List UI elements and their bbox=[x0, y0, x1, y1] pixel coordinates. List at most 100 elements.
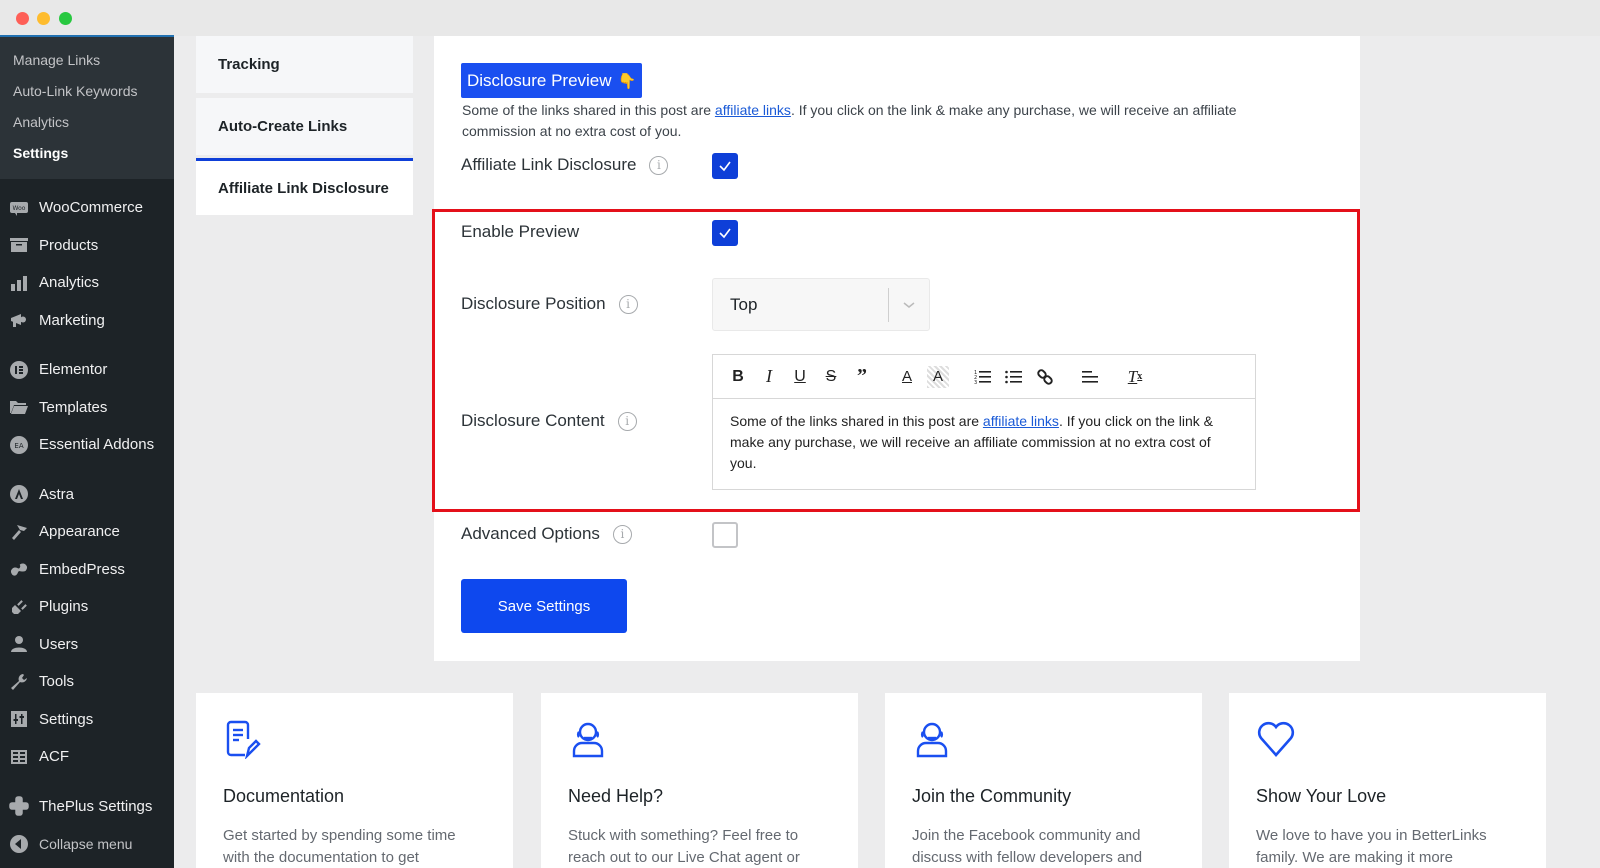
menu-item-products[interactable]: Products bbox=[0, 227, 174, 265]
menu-item-theplus-settings[interactable]: ThePlus Settings bbox=[0, 788, 174, 826]
affiliate-link-disclosure-checkbox[interactable] bbox=[712, 153, 738, 179]
chevron-down-icon[interactable] bbox=[889, 300, 929, 310]
disclosure-preview-text: Some of the links shared in this post ar… bbox=[462, 100, 1262, 142]
card-text: Get started by spending some time with t… bbox=[223, 827, 456, 866]
editor-affiliate-links-link[interactable]: affiliate links bbox=[983, 413, 1059, 429]
submenu-item-manage-links[interactable]: Manage Links bbox=[0, 45, 174, 76]
wrench-icon bbox=[8, 671, 30, 693]
link-icon[interactable] bbox=[1034, 366, 1056, 388]
menu-item-templates[interactable]: Templates bbox=[0, 389, 174, 427]
menu-item-label: ACF bbox=[39, 748, 69, 766]
submenu-item-analytics[interactable]: Analytics bbox=[0, 107, 174, 138]
document-edit-icon bbox=[226, 720, 261, 760]
card-text: Join the Facebook community and discuss … bbox=[912, 827, 1143, 866]
bullet-list-icon[interactable] bbox=[1003, 366, 1025, 388]
disclosure-position-select[interactable]: Top bbox=[712, 278, 930, 331]
checkmark-icon bbox=[719, 228, 731, 239]
italic-icon[interactable]: I bbox=[758, 366, 780, 388]
settings-tabs: Tracking Auto-Create Links Affiliate Lin… bbox=[196, 36, 413, 220]
save-settings-button[interactable]: Save Settings bbox=[461, 579, 627, 633]
label-text: Advanced Options bbox=[461, 524, 600, 543]
window-maximize-button[interactable] bbox=[59, 12, 72, 25]
pointing-down-icon: 👇 bbox=[617, 72, 637, 90]
submenu-item-settings[interactable]: Settings bbox=[0, 138, 174, 169]
card-join-community[interactable]: Join the Community Join the Facebook com… bbox=[885, 693, 1202, 868]
window-close-button[interactable] bbox=[16, 12, 29, 25]
checkmark-icon bbox=[719, 161, 731, 172]
enable-preview-checkbox[interactable] bbox=[712, 220, 738, 246]
info-icon[interactable]: i bbox=[649, 155, 669, 175]
menu-item-analytics[interactable]: Analytics bbox=[0, 264, 174, 302]
menu-item-plugins[interactable]: Plugins bbox=[0, 588, 174, 626]
card-show-your-love[interactable]: Show Your Love We love to have you in Be… bbox=[1229, 693, 1546, 868]
megaphone-icon bbox=[8, 309, 30, 331]
menu-item-essential-addons[interactable]: EA Essential Addons bbox=[0, 426, 174, 464]
menu-item-astra[interactable]: Astra bbox=[0, 476, 174, 514]
menu-item-label: Astra bbox=[39, 485, 75, 503]
menu-item-label: Products bbox=[39, 236, 99, 254]
info-icon[interactable]: i bbox=[618, 294, 638, 314]
tab-auto-create-links[interactable]: Auto-Create Links bbox=[196, 98, 413, 155]
text-color-icon[interactable]: A bbox=[896, 366, 918, 388]
menu-item-settings[interactable]: Settings bbox=[0, 701, 174, 739]
preview-badge-label: Disclosure Preview bbox=[467, 70, 612, 90]
menu-item-embedpress[interactable]: EmbedPress bbox=[0, 551, 174, 589]
essential-addons-icon: EA bbox=[8, 434, 30, 456]
info-icon[interactable]: i bbox=[612, 524, 632, 544]
menu-item-label: Essential Addons bbox=[39, 436, 155, 454]
advanced-options-checkbox[interactable] bbox=[712, 522, 738, 548]
editor-text-start: Some of the links shared in this post ar… bbox=[730, 413, 983, 429]
tab-tracking[interactable]: Tracking bbox=[196, 36, 413, 93]
bold-icon[interactable]: B bbox=[727, 366, 749, 388]
underline-icon[interactable]: U bbox=[789, 366, 811, 388]
svg-text:Woo: Woo bbox=[13, 205, 26, 212]
menu-item-label: Analytics bbox=[39, 274, 100, 292]
info-icon[interactable]: i bbox=[617, 411, 637, 431]
menu-item-appearance[interactable]: Appearance bbox=[0, 513, 174, 551]
menu-item-marketing[interactable]: Marketing bbox=[0, 302, 174, 340]
card-need-help[interactable]: Need Help? Stuck with something? Feel fr… bbox=[541, 693, 858, 868]
menu-item-users[interactable]: Users bbox=[0, 626, 174, 664]
submenu-item-auto-link-keywords[interactable]: Auto-Link Keywords bbox=[0, 76, 174, 107]
menu-item-label: Collapse menu bbox=[39, 835, 133, 852]
table-icon bbox=[8, 746, 30, 768]
enable-preview-label: Enable Preview bbox=[461, 222, 579, 242]
label-text: Disclosure Position bbox=[461, 294, 606, 313]
card-title: Need Help? bbox=[568, 786, 664, 806]
window-minimize-button[interactable] bbox=[37, 12, 50, 25]
admin-sidebar: Manage Links Auto-Link Keywords Analytic… bbox=[0, 35, 174, 868]
community-icon bbox=[916, 722, 948, 758]
menu-item-label: Users bbox=[39, 635, 79, 653]
sliders-icon bbox=[8, 708, 30, 730]
card-text: We love to have you in BetterLinks famil… bbox=[1256, 827, 1487, 866]
menu-item-elementor[interactable]: Elementor bbox=[0, 351, 174, 389]
advanced-options-label: Advanced Options i bbox=[461, 524, 632, 544]
menu-item-label: ThePlus Settings bbox=[39, 797, 153, 815]
folder-icon bbox=[8, 396, 30, 418]
menu-item-tools[interactable]: Tools bbox=[0, 663, 174, 701]
disclosure-position-label: Disclosure Position i bbox=[461, 294, 638, 314]
blockquote-icon[interactable]: ” bbox=[851, 365, 873, 388]
disclosure-content-label: Disclosure Content i bbox=[461, 411, 637, 431]
label-text: Affiliate Link Disclosure bbox=[461, 155, 637, 174]
card-documentation[interactable]: Documentation Get started by spending so… bbox=[196, 693, 513, 868]
menu-item-label: Elementor bbox=[39, 361, 108, 379]
support-agent-icon bbox=[572, 722, 604, 758]
collapse-menu-button[interactable]: Collapse menu bbox=[0, 825, 174, 863]
editor-content[interactable]: Some of the links shared in this post ar… bbox=[713, 399, 1255, 486]
affiliate-links-link[interactable]: affiliate links bbox=[715, 102, 791, 118]
tab-affiliate-link-disclosure[interactable]: Affiliate Link Disclosure bbox=[196, 158, 413, 215]
disclosure-settings-panel: Disclosure Preview 👇 Some of the links s… bbox=[432, 36, 1360, 661]
background-color-icon[interactable]: A bbox=[927, 365, 949, 388]
align-icon[interactable] bbox=[1079, 366, 1101, 388]
menu-item-label: Plugins bbox=[39, 598, 89, 616]
ordered-list-icon[interactable]: 123 bbox=[972, 366, 994, 388]
clear-formatting-icon[interactable]: Tx bbox=[1124, 366, 1146, 388]
menu-item-label: EmbedPress bbox=[39, 560, 125, 578]
embedpress-icon bbox=[8, 558, 30, 580]
menu-item-acf[interactable]: ACF bbox=[0, 738, 174, 776]
strikethrough-icon[interactable]: S bbox=[820, 366, 842, 388]
label-text: Enable Preview bbox=[461, 222, 580, 241]
card-text: Stuck with something? Feel free to reach… bbox=[568, 827, 800, 866]
menu-item-woocommerce[interactable]: Woo WooCommerce bbox=[0, 189, 174, 227]
